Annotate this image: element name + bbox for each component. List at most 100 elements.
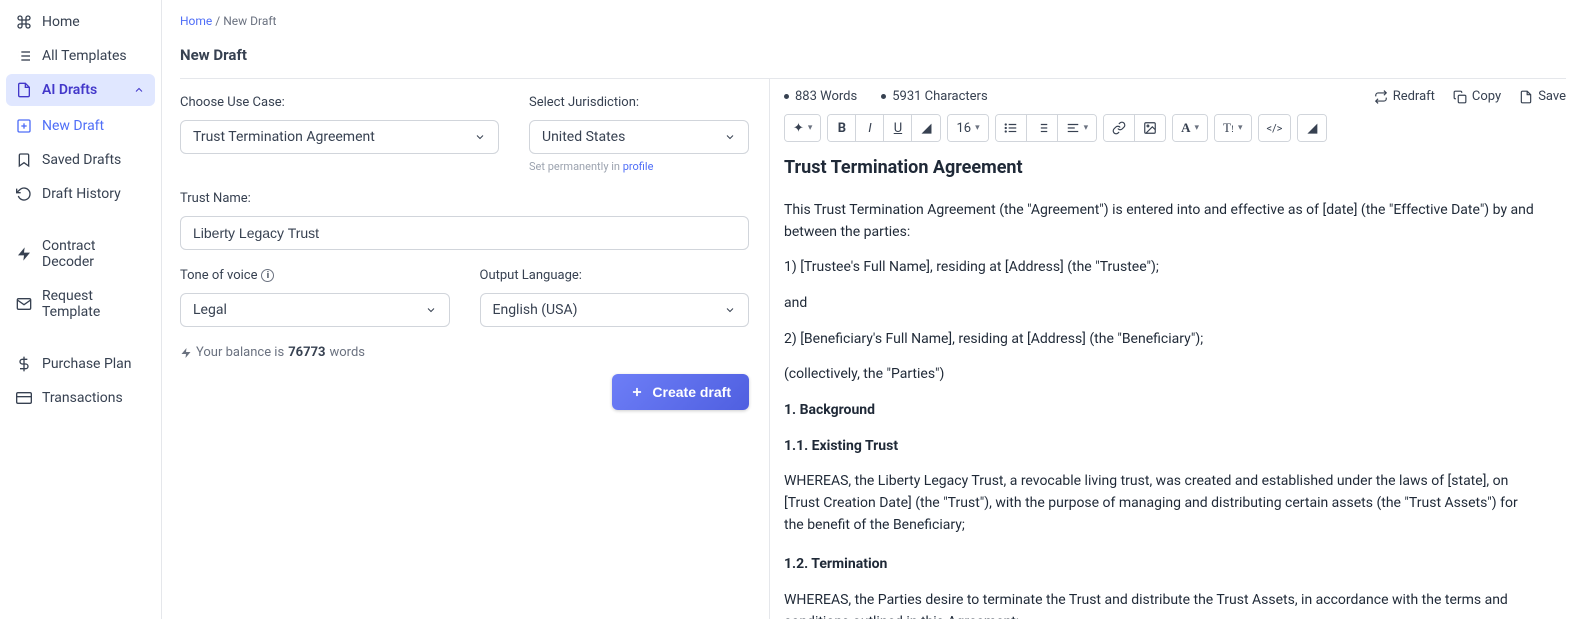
tone-select[interactable]: Legal bbox=[180, 293, 450, 327]
sidebar-item-saved-drafts[interactable]: Saved Drafts bbox=[6, 144, 155, 176]
nav-label: All Templates bbox=[42, 48, 145, 64]
save-button[interactable]: Save bbox=[1519, 89, 1566, 104]
profile-link[interactable]: profile bbox=[623, 160, 654, 173]
sidebar-item-all-templates[interactable]: All Templates bbox=[6, 40, 155, 72]
ol-button[interactable] bbox=[1027, 115, 1058, 141]
form-panel: Choose Use Case: Trust Termination Agree… bbox=[180, 79, 770, 619]
nav-label: Transactions bbox=[42, 390, 145, 406]
mail-icon bbox=[16, 296, 32, 312]
underline-button[interactable]: U bbox=[884, 115, 912, 141]
font-size-select[interactable]: 16▾ bbox=[948, 115, 987, 141]
nav-label: Saved Drafts bbox=[42, 152, 145, 168]
sidebar-item-new-draft[interactable]: New Draft bbox=[6, 110, 155, 142]
copy-button[interactable]: Copy bbox=[1453, 89, 1501, 104]
nav-label: Home bbox=[42, 14, 145, 30]
doc-para: WHEREAS, the Parties desire to terminate… bbox=[784, 590, 1536, 619]
highlight-button[interactable]: ◢ bbox=[912, 115, 940, 141]
sidebar-item-transactions[interactable]: Transactions bbox=[6, 382, 155, 414]
use-case-select[interactable]: Trust Termination Agreement bbox=[180, 120, 499, 154]
create-draft-button[interactable]: Create draft bbox=[612, 374, 749, 410]
breadcrumb-home[interactable]: Home bbox=[180, 14, 212, 28]
jurisdiction-select[interactable]: United States bbox=[529, 120, 749, 154]
link-icon bbox=[1112, 121, 1126, 135]
document-editor[interactable]: Trust Termination Agreement This Trust T… bbox=[784, 154, 1566, 619]
chevron-down-icon bbox=[474, 131, 486, 143]
copy-icon bbox=[1453, 90, 1467, 104]
char-count: 5931 Characters bbox=[881, 89, 987, 104]
breadcrumb-current: New Draft bbox=[223, 14, 276, 28]
doc-para: WHEREAS, the Liberty Legacy Trust, a rev… bbox=[784, 471, 1536, 536]
image-icon bbox=[1143, 121, 1157, 135]
doc-para: 1) [Trustee's Full Name], residing at [A… bbox=[784, 257, 1536, 279]
page-title: New Draft bbox=[180, 46, 1566, 64]
doc-title: Trust Termination Agreement bbox=[784, 154, 1536, 182]
breadcrumb: Home / New Draft bbox=[180, 14, 1566, 28]
nav-label: Request Template bbox=[42, 288, 145, 320]
text-style-button[interactable]: T!▾ bbox=[1215, 115, 1250, 141]
doc-para: This Trust Termination Agreement (the "A… bbox=[784, 200, 1536, 243]
list-ul-icon bbox=[1004, 121, 1018, 135]
lang-label: Output Language: bbox=[480, 268, 750, 283]
sidebar-item-purchase-plan[interactable]: Purchase Plan bbox=[6, 348, 155, 380]
trust-name-label: Trust Name: bbox=[180, 191, 749, 206]
text-color-button[interactable]: A▾ bbox=[1173, 115, 1207, 141]
preview-panel: 883 Words 5931 Characters Redraft Copy bbox=[770, 79, 1566, 619]
word-count: 883 Words bbox=[784, 89, 857, 104]
list-ol-icon bbox=[1035, 121, 1049, 135]
chevron-down-icon bbox=[724, 131, 736, 143]
wand-icon: ✦ bbox=[793, 121, 804, 136]
bolt-icon bbox=[16, 246, 32, 262]
chevron-down-icon bbox=[724, 304, 736, 316]
sidebar-item-contract-decoder[interactable]: Contract Decoder bbox=[6, 230, 155, 278]
sidebar-item-draft-history[interactable]: Draft History bbox=[6, 178, 155, 210]
doc-heading: 1.2. Termination bbox=[784, 554, 1536, 576]
align-button[interactable]: ▾ bbox=[1058, 115, 1097, 141]
chevron-down-icon bbox=[425, 304, 437, 316]
list-icon bbox=[16, 48, 32, 64]
sidebar-item-request-template[interactable]: Request Template bbox=[6, 280, 155, 328]
ul-button[interactable] bbox=[996, 115, 1027, 141]
bookmark-icon bbox=[16, 152, 32, 168]
use-case-label: Choose Use Case: bbox=[180, 95, 499, 110]
nav-label: Draft History bbox=[42, 186, 145, 202]
chevron-up-icon bbox=[133, 84, 145, 96]
align-icon bbox=[1066, 121, 1080, 135]
highlight-icon: ◢ bbox=[921, 121, 931, 136]
doc-heading: 1. Background bbox=[784, 400, 1536, 422]
code-icon: </> bbox=[1267, 122, 1283, 135]
code-button[interactable]: </> bbox=[1259, 115, 1291, 141]
save-icon bbox=[1519, 90, 1533, 104]
doc-para: and bbox=[784, 293, 1536, 315]
jurisdiction-hint: Set permanently in profile bbox=[529, 160, 749, 173]
lang-value: English (USA) bbox=[493, 302, 725, 318]
info-icon[interactable]: i bbox=[261, 269, 274, 282]
link-button[interactable] bbox=[1104, 115, 1135, 141]
nav-label: AI Drafts bbox=[42, 82, 123, 98]
tone-label: Tone of voice i bbox=[180, 268, 450, 283]
eraser-button[interactable]: ◢ bbox=[1298, 115, 1326, 141]
nav-label: Contract Decoder bbox=[42, 238, 145, 270]
italic-button[interactable]: I bbox=[856, 115, 884, 141]
dollar-icon bbox=[16, 356, 32, 372]
doc-heading: 1.1. Existing Trust bbox=[784, 436, 1536, 458]
lang-select[interactable]: English (USA) bbox=[480, 293, 750, 327]
eraser-icon: ◢ bbox=[1307, 121, 1317, 136]
refresh-icon bbox=[1374, 90, 1388, 104]
magic-button[interactable]: ✦▾ bbox=[785, 115, 820, 141]
history-icon bbox=[16, 186, 32, 202]
card-icon bbox=[16, 390, 32, 406]
sidebar-item-ai-drafts[interactable]: AI Drafts bbox=[6, 74, 155, 106]
balance-text: Your balance is 76773 words bbox=[180, 345, 749, 360]
plus-icon bbox=[630, 385, 644, 399]
redraft-button[interactable]: Redraft bbox=[1374, 89, 1435, 104]
nav-label: Purchase Plan bbox=[42, 356, 145, 372]
plus-square-icon bbox=[16, 118, 32, 134]
trust-name-input[interactable] bbox=[180, 216, 749, 250]
nav-label: New Draft bbox=[42, 118, 145, 134]
use-case-value: Trust Termination Agreement bbox=[193, 129, 474, 145]
doc-para: (collectively, the "Parties") bbox=[784, 364, 1536, 386]
sidebar: Home All Templates AI Drafts New Draft S… bbox=[0, 0, 162, 619]
bold-button[interactable]: B bbox=[828, 115, 856, 141]
sidebar-item-home[interactable]: Home bbox=[6, 6, 155, 38]
image-button[interactable] bbox=[1135, 115, 1165, 141]
